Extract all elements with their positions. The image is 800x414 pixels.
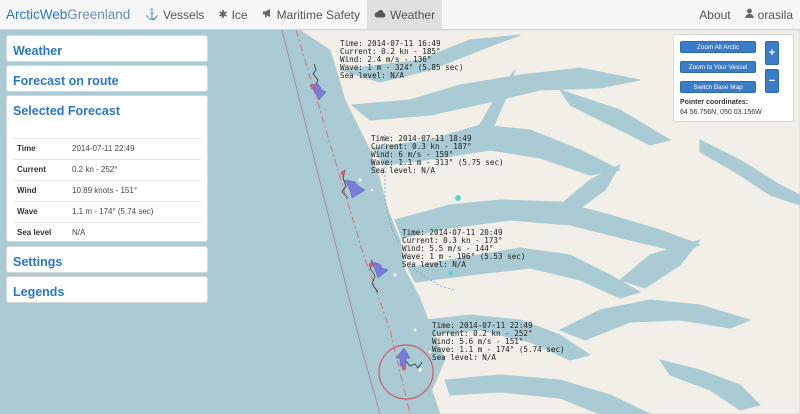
map-control-box: Zoom All Arctic Zoom to Your Vessel Swit… <box>673 34 794 122</box>
nav-user[interactable]: orasila <box>738 0 800 29</box>
zoom-to-vessel-button[interactable]: Zoom to Your Vessel <box>680 61 756 73</box>
weather-panel-title[interactable]: Weather <box>7 36 207 66</box>
settings-panel[interactable]: Settings <box>6 246 208 273</box>
brand-region: Greenland <box>67 7 131 22</box>
forecast-on-route-panel[interactable]: Forecast on route <box>6 65 208 92</box>
nav-vessels-label: Vessels <box>163 7 205 22</box>
forecast-label-2: Time: 2014-07-11 18:49 Current: 0.3 kn -… <box>371 135 504 175</box>
row-value: 0.2 kn - 252° <box>68 159 201 181</box>
megaphone-icon <box>262 8 273 21</box>
user-icon <box>744 8 754 21</box>
row-value: 1.1 m - 174° (5.74 sec) <box>68 201 201 223</box>
nav-weather-label: Weather <box>389 7 436 22</box>
settings-panel-title[interactable]: Settings <box>7 247 207 277</box>
selected-forecast-table: Time 2014-07-11 22:49 Current 0.2 kn - 2… <box>13 138 201 243</box>
row-key: Time <box>13 138 68 160</box>
label-sea: Sea level: N/A <box>432 353 497 362</box>
forecast-on-route-title[interactable]: Forecast on route <box>7 66 207 96</box>
top-navbar: ArcticWeb Greenland ⚓ Vessels ✱ Ice Marit… <box>0 0 800 30</box>
row-key: Sea level <box>13 222 68 243</box>
row-value: 10.89 knots - 151° <box>68 180 201 202</box>
snowflake-icon: ✱ <box>218 9 228 21</box>
nav-vessels[interactable]: ⚓ Vessels <box>138 0 211 29</box>
forecast-label-3: Time: 2014-07-11 20:49 Current: 0.3 kn -… <box>402 229 525 269</box>
table-row: Time 2014-07-11 22:49 <box>13 138 201 160</box>
nav-user-label: orasila <box>757 7 793 22</box>
nav-about[interactable]: About <box>692 0 737 29</box>
row-key: Wind <box>13 180 68 202</box>
nav-about-label: About <box>699 7 731 22</box>
nav-maritime-safety-label: Maritime Safety <box>276 7 360 22</box>
zoom-out-button[interactable]: − <box>765 69 779 93</box>
label-sea: Sea level: N/A <box>371 166 436 175</box>
forecast-label-4: Time: 2014-07-11 22:49 Current: 0.2 kn -… <box>432 322 565 362</box>
brand-logo[interactable]: ArcticWeb Greenland <box>0 0 138 29</box>
pointer-coordinates-title: Pointer coordinates: <box>680 99 749 106</box>
row-key: Wave <box>13 201 68 223</box>
nav-ice-label: Ice <box>231 7 248 22</box>
cloud-icon <box>374 9 386 21</box>
label-sea: Sea level: N/A <box>402 260 467 269</box>
anchor-icon: ⚓ <box>145 9 160 21</box>
weather-panel[interactable]: Weather <box>6 35 208 62</box>
table-row: Wave 1.1 m - 174° (5.74 sec) <box>13 201 201 223</box>
legends-panel[interactable]: Legends <box>6 276 208 303</box>
row-key: Current <box>13 159 68 181</box>
table-row: Sea level N/A <box>13 222 201 243</box>
legends-panel-title[interactable]: Legends <box>7 277 207 307</box>
selected-forecast-title[interactable]: Selected Forecast <box>7 96 207 126</box>
nav-ice[interactable]: ✱ Ice <box>211 0 254 29</box>
zoom-all-arctic-button[interactable]: Zoom All Arctic <box>680 41 756 53</box>
nav-maritime-safety[interactable]: Maritime Safety <box>255 0 367 29</box>
pointer-coordinates-value: 64 56.756N, 050 03.156W <box>680 109 762 116</box>
nav-weather[interactable]: Weather <box>366 0 443 29</box>
brand-name: ArcticWeb <box>6 7 68 22</box>
zoom-in-button[interactable]: + <box>765 41 779 65</box>
table-row: Wind 10.89 knots - 151° <box>13 180 201 202</box>
forecast-label-1: Time: 2014-07-11 16:49 Current: 0.2 kn -… <box>340 40 463 80</box>
switch-base-map-button[interactable]: Switch Base Map <box>680 81 756 93</box>
table-row: Current 0.2 kn - 252° <box>13 159 201 181</box>
label-sea: Sea level: N/A <box>340 71 405 80</box>
row-value: N/A <box>68 222 201 243</box>
row-value: 2014-07-11 22:49 <box>68 138 201 160</box>
selected-forecast-panel: Selected Forecast Time 2014-07-11 22:49 … <box>6 95 208 243</box>
